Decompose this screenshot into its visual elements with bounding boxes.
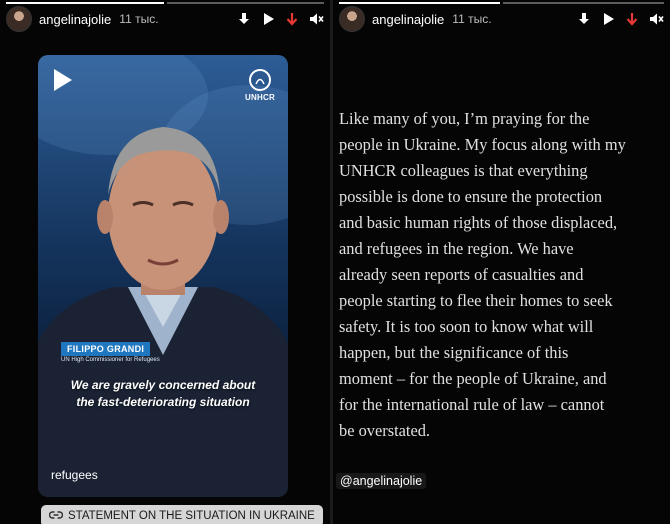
story-header: angelinajolie 11 тыс. [339, 6, 664, 32]
video-subtitle: refugees [51, 468, 98, 482]
story-controls [236, 11, 324, 27]
story-text-line: UNHCR colleagues is that everything [339, 161, 588, 180]
link-icon [48, 510, 64, 523]
progress-segment [503, 2, 664, 4]
story-controls [576, 11, 664, 27]
video-card[interactable]: UNHCR FILIPPO GRANDI UN High Commissione… [38, 55, 288, 497]
story-panel-right[interactable]: angelinajolie 11 тыс. Like many of you, … [333, 0, 670, 524]
speaker-title: UN High Commissioner for Refugees [61, 357, 160, 363]
story-text-line: be overstated. [339, 421, 431, 440]
story-text-line: people in Ukraine. My focus along with m… [339, 135, 626, 154]
story-text-line: for the international rule of law – cann… [339, 395, 605, 414]
download-icon[interactable] [576, 11, 592, 27]
story-header: angelinajolie 11 тыс. [6, 6, 324, 32]
progress-segment [6, 2, 164, 4]
unhcr-logo-text: UNHCR [245, 93, 275, 102]
username[interactable]: angelinajolie [39, 12, 111, 27]
story-text-line: possible is done to ensure the protectio… [339, 187, 603, 206]
mute-icon[interactable] [648, 11, 664, 27]
play-icon[interactable] [600, 11, 616, 27]
story-text-line: Like many of you, I’m praying for the [339, 109, 590, 128]
story-text-line: people starting to flee their homes to s… [339, 291, 613, 310]
speaker-portrait [38, 127, 288, 497]
mention-sticker[interactable]: @angelinajolie [336, 473, 427, 489]
mute-icon[interactable] [308, 11, 324, 27]
caption-line: the fast-deteriorating situation [76, 395, 250, 409]
story-panel-left[interactable]: angelinajolie 11 тыс. UNHCR FILIPPO GRAN… [0, 0, 330, 524]
link-sticker-label: STATEMENT ON THE SITUATION IN UKRAINE [68, 510, 315, 522]
speaker-name: FILIPPO GRANDI [61, 342, 151, 356]
story-progress-bar [339, 2, 664, 4]
story-text-line: moment – for the people of Ukraine, and [339, 369, 607, 388]
caption-line: We are gravely concerned about [70, 378, 256, 392]
progress-segment [339, 2, 500, 4]
story-text-line: and basic human rights of those displace… [339, 213, 618, 232]
story-text: Like many of you, I’m praying for the pe… [339, 106, 664, 444]
arrow-down-icon[interactable] [284, 11, 300, 27]
avatar[interactable] [339, 6, 365, 32]
play-icon[interactable] [260, 11, 276, 27]
story-text-line: happen, but the significance of this [339, 343, 569, 362]
avatar[interactable] [6, 6, 32, 32]
username[interactable]: angelinajolie [372, 12, 444, 27]
story-text-line: and refugees in the region. We have [339, 239, 574, 258]
unhcr-logo: UNHCR [244, 69, 276, 102]
post-time: 11 тыс. [452, 12, 492, 26]
progress-segment [166, 2, 324, 4]
play-icon[interactable] [52, 68, 74, 97]
link-sticker[interactable]: STATEMENT ON THE SITUATION IN UKRAINE [41, 505, 323, 524]
story-progress-bar [6, 2, 324, 4]
video-caption: We are gravely concerned about the fast-… [38, 377, 288, 411]
post-time: 11 тыс. [119, 12, 159, 26]
arrow-down-icon[interactable] [624, 11, 640, 27]
download-icon[interactable] [236, 11, 252, 27]
story-text-line: already seen reports of casualties and [339, 265, 584, 284]
unhcr-emblem-icon [249, 69, 271, 91]
story-text-line: safety. It is too soon to know what will [339, 317, 594, 336]
